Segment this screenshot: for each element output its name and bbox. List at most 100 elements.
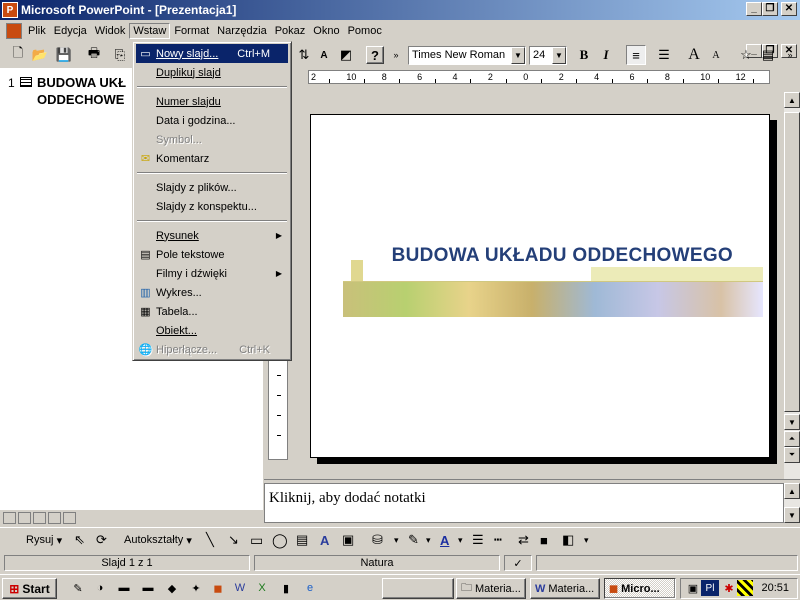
slideshow-icon[interactable]: [63, 512, 76, 524]
maximize-button[interactable]: ❐: [762, 2, 778, 16]
align-left-icon[interactable]: ≡: [626, 45, 646, 65]
wordart-icon[interactable]: A: [320, 531, 329, 549]
menu-item-date-time[interactable]: Data i godzina...: [136, 111, 288, 130]
scroll-up-icon[interactable]: ▲: [784, 92, 800, 108]
quicklaunch-icon[interactable]: ▬: [116, 580, 132, 596]
bullets-icon[interactable]: ☰: [654, 45, 674, 65]
language-indicator[interactable]: Pl: [701, 580, 719, 596]
slide-icon[interactable]: [20, 77, 32, 87]
decrease-font-button[interactable]: A: [706, 45, 726, 65]
menu-format[interactable]: Format: [170, 23, 213, 39]
print-icon[interactable]: 🖶: [84, 45, 104, 65]
menu-item-comment[interactable]: ✉ Komentarz: [136, 149, 288, 168]
menu-plik[interactable]: Plik: [24, 23, 50, 39]
chevron-down-icon[interactable]: ▾: [426, 531, 431, 549]
increase-font-button[interactable]: A: [684, 45, 704, 65]
powerpoint-quicklaunch-icon[interactable]: ◼: [210, 580, 226, 596]
menu-item-text-box[interactable]: ▤ Pole tekstowe: [136, 245, 288, 264]
rectangle-icon[interactable]: ▭: [250, 531, 263, 549]
scroll-thumb[interactable]: [784, 112, 800, 412]
draw-menu-button[interactable]: Rysuj ▾: [26, 531, 62, 549]
quicklaunch-icon[interactable]: ▮: [278, 580, 294, 596]
menu-item-new-slide[interactable]: ▭ Nowy slajd... Ctrl+M: [136, 44, 288, 63]
menu-item-duplicate-slide[interactable]: Duplikuj slajd: [136, 63, 288, 82]
slide-sorter-view-icon[interactable]: [48, 512, 61, 524]
shadow-icon[interactable]: ■: [540, 531, 548, 549]
outline-slide-title[interactable]: BUDOWA UKŁ ODDECHOWE: [37, 74, 126, 108]
taskbar-task-word[interactable]: W Materia...: [530, 578, 600, 599]
dash-style-icon[interactable]: ┅: [494, 531, 502, 549]
menu-pomoc[interactable]: Pomoc: [344, 23, 386, 39]
slide-view-icon[interactable]: [33, 512, 46, 524]
menu-item-object[interactable]: Obiekt...: [136, 321, 288, 340]
line-icon[interactable]: ╲: [206, 531, 214, 549]
design-template-icon[interactable]: ▤: [758, 45, 778, 65]
oval-icon[interactable]: ◯: [272, 531, 288, 549]
font-size-select[interactable]: 24 ▼: [529, 46, 567, 65]
line-style-icon[interactable]: ☰: [472, 531, 484, 549]
open-folder-icon[interactable]: 📂: [30, 45, 50, 65]
quicklaunch-icon[interactable]: ◑: [92, 580, 108, 596]
clock[interactable]: 20:51: [761, 582, 789, 594]
select-pointer-icon[interactable]: ⇖: [74, 531, 85, 549]
previous-slide-icon[interactable]: ⏶: [784, 431, 800, 447]
menu-item-slide-number[interactable]: Numer slajdu: [136, 92, 288, 111]
slide-title[interactable]: BUDOWA UKŁADU ODDECHOWEGO: [311, 245, 769, 267]
tray-icon[interactable]: [737, 580, 753, 596]
menu-item-table[interactable]: ▦ Tabela...: [136, 302, 288, 321]
new-file-icon[interactable]: 🗋: [8, 45, 28, 65]
quicklaunch-icon[interactable]: ✎: [70, 580, 86, 596]
spelling-check-icon[interactable]: ✓: [504, 555, 532, 571]
line-color-icon[interactable]: ✎: [408, 531, 419, 549]
bold-button[interactable]: B: [574, 45, 594, 65]
vertical-scrollbar[interactable]: ▲ ▼ ⏶ ⏷: [784, 92, 800, 479]
save-icon[interactable]: 💾: [54, 45, 74, 65]
more-options-icon[interactable]: ▾: [584, 531, 589, 549]
scroll-up-icon[interactable]: ▲: [784, 483, 800, 499]
chevron-down-icon[interactable]: ▼: [552, 47, 566, 64]
menu-edycja[interactable]: Edycja: [50, 23, 91, 39]
menu-narzedzia[interactable]: Narzędzia: [213, 23, 271, 39]
close-button[interactable]: ✕: [781, 2, 797, 16]
slide-canvas[interactable]: BUDOWA UKŁADU ODDECHOWEGO: [310, 114, 770, 458]
word-quicklaunch-icon[interactable]: W: [232, 580, 248, 596]
notes-scrollbar[interactable]: ▲ ▼: [784, 483, 800, 523]
italic-button[interactable]: I: [596, 45, 616, 65]
notes-pane[interactable]: Kliknij, aby dodać notatki: [264, 483, 784, 523]
design-icon[interactable]: ◩: [336, 45, 356, 65]
scroll-down-icon[interactable]: ▼: [784, 507, 800, 523]
menu-item-picture[interactable]: Rysunek ▶: [136, 226, 288, 245]
menu-item-chart[interactable]: ▥ Wykres...: [136, 283, 288, 302]
taskbar-task-folder[interactable]: 🗀 Materia...: [456, 578, 526, 599]
arrow-style-icon[interactable]: ⇄: [518, 531, 529, 549]
normal-view-icon[interactable]: [3, 512, 16, 524]
menu-item-slides-from-files[interactable]: Slajdy z plików...: [136, 178, 288, 197]
text-box-icon[interactable]: ▤: [296, 531, 308, 549]
excel-quicklaunch-icon[interactable]: X: [254, 580, 270, 596]
more-options-icon[interactable]: »: [386, 45, 406, 65]
quicklaunch-icon[interactable]: ▬: [140, 580, 156, 596]
next-slide-icon[interactable]: ⏷: [784, 447, 800, 463]
menu-widok[interactable]: Widok: [91, 23, 130, 39]
menu-item-movies-sounds[interactable]: Filmy i dźwięki ▶: [136, 264, 288, 283]
font-color-icon[interactable]: A: [440, 531, 449, 549]
internet-explorer-icon[interactable]: e: [302, 580, 318, 596]
text-style-icon[interactable]: A: [314, 45, 334, 65]
chevron-down-icon[interactable]: ▼: [511, 47, 525, 64]
tray-icon[interactable]: ▣: [685, 580, 701, 596]
document-icon[interactable]: [6, 23, 22, 39]
minimize-button[interactable]: _: [746, 2, 762, 16]
horizontal-ruler[interactable]: 2 10 8 6 4 2 0 2 4 6 8 10 12: [308, 70, 770, 84]
copy-icon[interactable]: ⎘: [110, 45, 130, 65]
scroll-down-icon[interactable]: ▼: [784, 414, 800, 430]
free-rotate-icon[interactable]: ⟳: [96, 531, 107, 549]
chevron-down-icon[interactable]: ▾: [394, 531, 399, 549]
clip-art-icon[interactable]: ▣: [342, 531, 354, 549]
chevron-down-icon[interactable]: ▾: [458, 531, 463, 549]
outline-view-icon[interactable]: [18, 512, 31, 524]
menu-okno[interactable]: Okno: [309, 23, 343, 39]
font-name-select[interactable]: Times New Roman ▼: [408, 46, 526, 65]
arrow-icon[interactable]: ↘: [228, 531, 239, 549]
menu-wstaw[interactable]: Wstaw: [129, 23, 171, 39]
help-icon[interactable]: ?: [366, 46, 384, 64]
